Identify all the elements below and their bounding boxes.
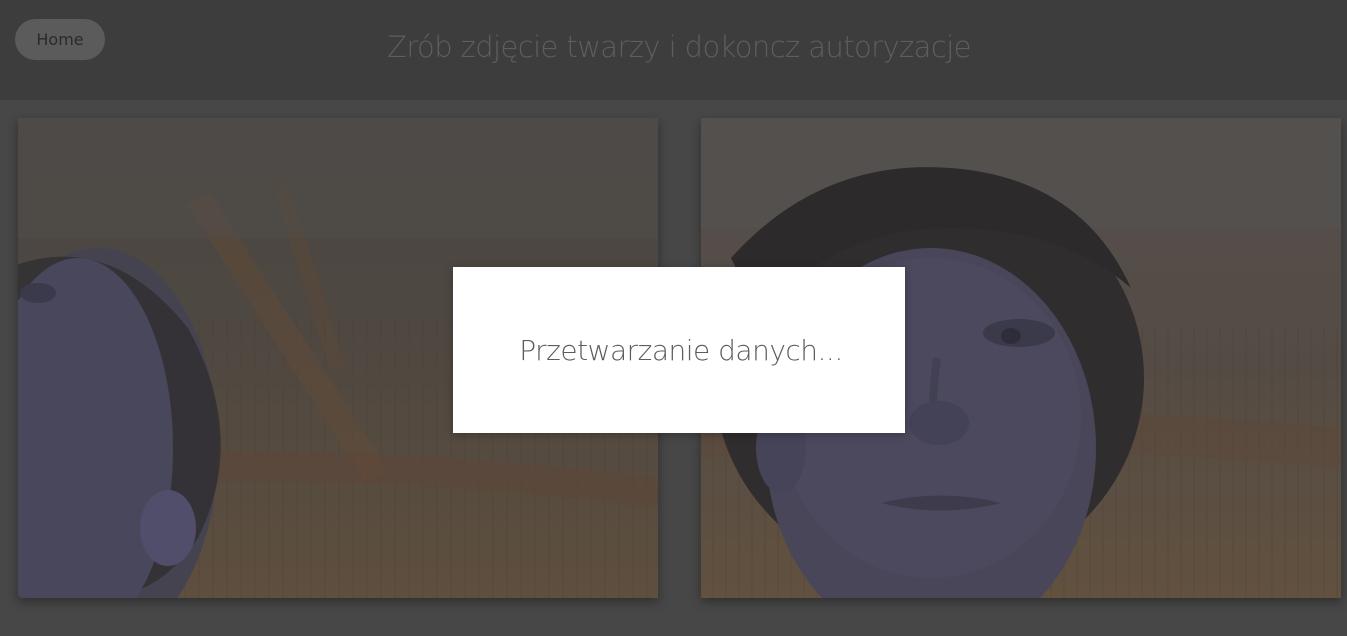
- processing-message: Przetwarzanie danych...: [519, 333, 843, 367]
- page-title: Zrób zdjęcie twarzy i dokoncz autoryzacj…: [387, 30, 971, 64]
- page: Home Zrób zdjęcie twarzy i dokoncz autor…: [0, 0, 1347, 636]
- header: Home Zrób zdjęcie twarzy i dokoncz autor…: [0, 0, 1347, 100]
- processing-dialog: Przetwarzanie danych...: [453, 267, 905, 433]
